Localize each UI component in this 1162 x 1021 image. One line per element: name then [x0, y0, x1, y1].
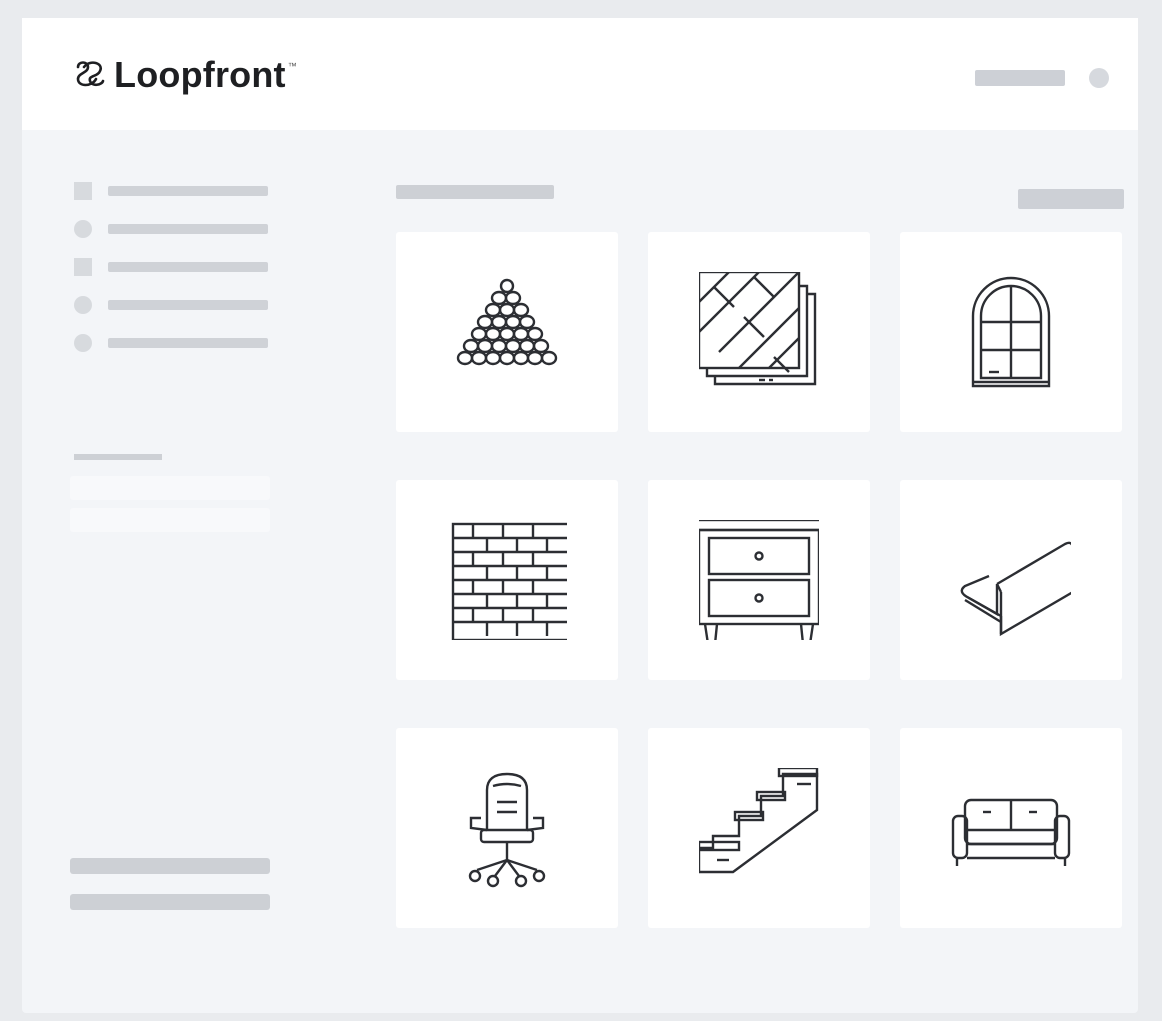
arched-window-icon — [971, 276, 1051, 388]
sofa-icon — [951, 798, 1071, 866]
sidebar-item-3[interactable] — [70, 257, 290, 277]
header-user-menu[interactable] — [975, 70, 1065, 86]
catalog-tile-staircase[interactable] — [648, 728, 870, 928]
gravel-pile-icon — [456, 278, 558, 366]
staircase-icon — [699, 768, 819, 874]
sidebar-section-title — [74, 454, 162, 460]
l-wall-element-icon — [960, 541, 1071, 637]
app-window: Loopfront ™ — [22, 18, 1138, 1013]
office-chair-icon — [468, 772, 546, 888]
nightstand-icon — [699, 520, 819, 640]
sidebar-item-label — [108, 338, 268, 348]
square-icon — [74, 182, 92, 200]
parquet-tiles-icon — [699, 272, 817, 386]
sidebar-item-label — [108, 300, 268, 310]
square-icon — [74, 258, 92, 276]
catalog-tile-nightstand[interactable] — [648, 480, 870, 680]
catalog-tile-sofa[interactable] — [900, 728, 1122, 928]
circle-icon — [74, 296, 92, 314]
section-heading — [396, 185, 554, 199]
sidebar-item-4[interactable] — [70, 295, 290, 315]
catalog-tile-window[interactable] — [900, 232, 1122, 432]
sidebar-item-label — [108, 262, 268, 272]
circle-icon — [74, 334, 92, 352]
sidebar-footer-link-1[interactable] — [70, 858, 270, 874]
sidebar-footer-link-2[interactable] — [70, 894, 270, 910]
brand-name: Loopfront — [114, 54, 286, 95]
brand-logo[interactable]: Loopfront ™ — [70, 54, 297, 96]
sidebar-item-2[interactable] — [70, 219, 290, 239]
sidebar-item-label — [108, 224, 268, 234]
sidebar-item-1[interactable] — [70, 181, 290, 201]
catalog-tile-parquet[interactable] — [648, 232, 870, 432]
brick-wall-icon — [451, 522, 567, 640]
circle-avatar-icon[interactable] — [1089, 68, 1109, 88]
sidebar-filter-field-2[interactable] — [70, 508, 270, 532]
top-header: Loopfront ™ — [22, 18, 1138, 130]
sidebar — [70, 178, 330, 938]
trademark-sign: ™ — [287, 61, 297, 71]
catalog-tile-brick-wall[interactable] — [396, 480, 618, 680]
circle-icon — [74, 220, 92, 238]
sidebar-filter-field-1[interactable] — [70, 476, 270, 500]
view-all-button[interactable] — [1018, 189, 1124, 209]
sidebar-item-5[interactable] — [70, 333, 290, 353]
sidebar-item-label — [108, 186, 268, 196]
loop-logo-icon — [76, 61, 105, 87]
catalog-tile-office-chair[interactable] — [396, 728, 618, 928]
catalog-tile-gravel[interactable] — [396, 232, 618, 432]
catalog-tile-l-wall[interactable] — [900, 480, 1122, 680]
